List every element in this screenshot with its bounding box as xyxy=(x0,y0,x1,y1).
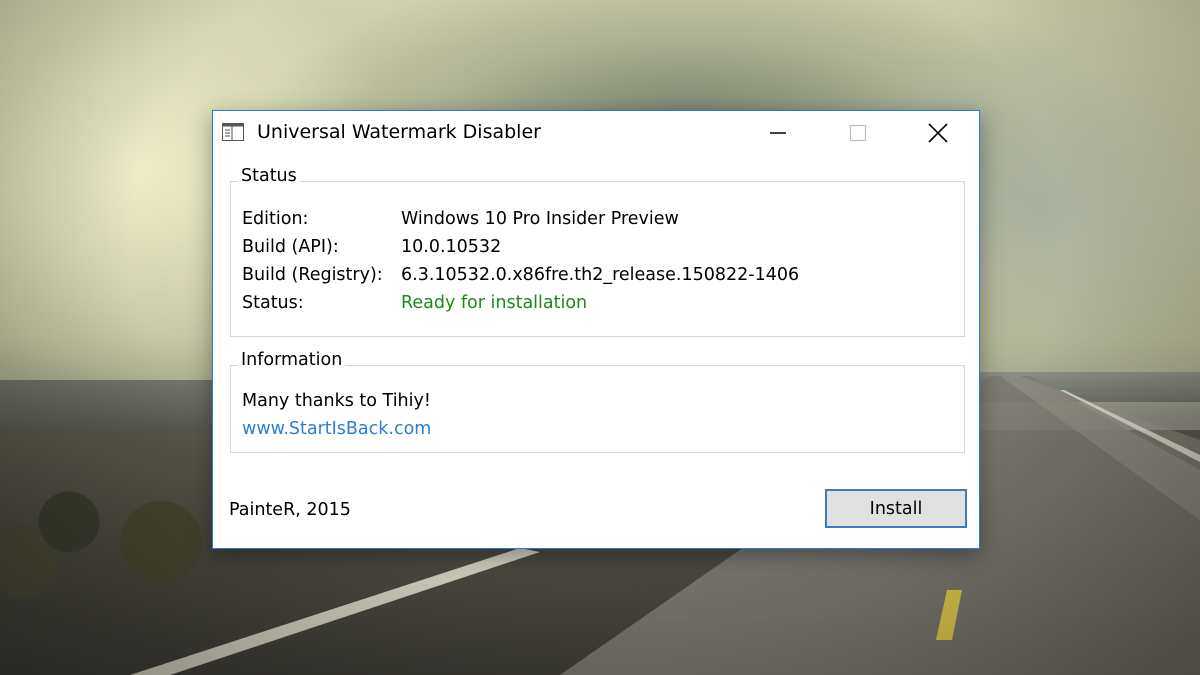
minimize-icon xyxy=(770,132,786,134)
status-group-legend: Status xyxy=(238,166,300,186)
title-bar[interactable]: Universal Watermark Disabler xyxy=(213,111,979,155)
maximize-button[interactable] xyxy=(818,111,898,155)
thanks-text: Many thanks to Tihiy! xyxy=(242,391,431,411)
build-registry-label: Build (Registry): xyxy=(242,265,383,285)
close-button[interactable] xyxy=(898,111,978,155)
startisback-link[interactable]: www.StartIsBack.com xyxy=(242,419,431,439)
build-api-label: Build (API): xyxy=(242,237,339,257)
minimize-button[interactable] xyxy=(738,111,818,155)
window-content: Status Edition: Windows 10 Pro Insider P… xyxy=(213,155,979,548)
status-value: Ready for installation xyxy=(401,293,588,313)
status-groupbox: Status Edition: Windows 10 Pro Insider P… xyxy=(230,166,965,337)
status-label: Status: xyxy=(242,293,304,313)
information-groupbox: Information Many thanks to Tihiy! www.St… xyxy=(230,350,965,453)
close-icon xyxy=(928,123,948,143)
app-window-icon xyxy=(222,123,244,141)
edition-label: Edition: xyxy=(242,209,309,229)
information-group-legend: Information xyxy=(238,350,346,370)
install-button[interactable]: Install xyxy=(825,489,967,528)
credit-text: PainteR, 2015 xyxy=(229,500,351,520)
maximize-icon xyxy=(849,124,867,142)
build-api-value: 10.0.10532 xyxy=(401,237,502,257)
build-registry-value: 6.3.10532.0.x86fre.th2_release.150822-14… xyxy=(401,265,800,285)
uwd-window: Universal Watermark Disabler Status Edit… xyxy=(212,110,980,549)
edition-value: Windows 10 Pro Insider Preview xyxy=(401,209,679,229)
window-title: Universal Watermark Disabler xyxy=(257,121,541,143)
